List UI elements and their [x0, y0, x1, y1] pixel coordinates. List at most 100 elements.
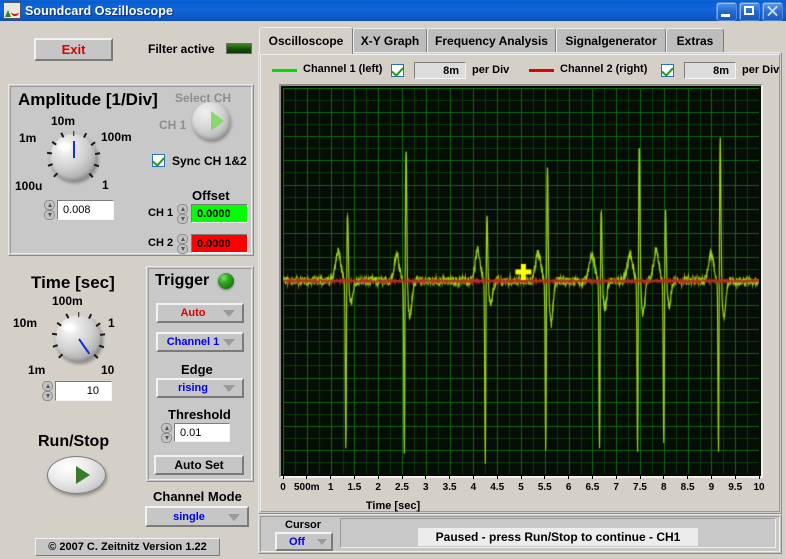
x-tick	[353, 474, 355, 479]
oscilloscope-display[interactable]	[283, 88, 759, 474]
application-window: Soundcard Oszilloscope Exit Filter activ…	[0, 0, 786, 559]
channel-mode-dropdown[interactable]: single	[145, 506, 249, 527]
copyright-text: © 2007 C. Zeitnitz Version 1.22	[48, 541, 207, 553]
offset-ch2-value: 0.0000	[197, 237, 231, 250]
x-tick	[496, 474, 498, 479]
offset-ch2-spinner[interactable]	[177, 234, 188, 254]
amplitude-knob-label-1m: 1m	[19, 131, 37, 145]
maximize-button[interactable]	[739, 2, 760, 21]
amplitude-spinner[interactable]	[44, 200, 55, 220]
auto-set-label: Auto Set	[174, 458, 224, 472]
channel-2-checkbox[interactable]	[661, 64, 674, 77]
exit-label: Exit	[61, 42, 86, 57]
time-knob-label-1: 1	[108, 316, 115, 330]
channel-2-scale-value: 8m	[713, 64, 729, 77]
x-tick	[710, 474, 712, 479]
x-tick	[687, 474, 689, 479]
select-ch-knob-pointer	[211, 111, 224, 131]
tab-frequency-analysis[interactable]: Frequency Analysis	[427, 28, 556, 53]
channel-2-scale-field[interactable]: 8m	[684, 62, 736, 79]
trigger-source-dropdown[interactable]: Channel 1	[156, 332, 244, 352]
amplitude-value-field[interactable]: 0.008	[57, 200, 114, 220]
exit-button[interactable]: Exit	[34, 38, 113, 61]
x-tick	[330, 474, 332, 479]
time-title: Time [sec]	[31, 273, 115, 292]
minimize-button[interactable]	[716, 2, 737, 21]
tab-xy-graph[interactable]: X-Y Graph	[353, 28, 427, 53]
channel-2-color-swatch	[529, 69, 554, 72]
offset-ch1-spinner[interactable]	[177, 204, 188, 224]
play-icon	[76, 466, 90, 484]
cursor-dropdown[interactable]: Off	[275, 532, 333, 551]
tab-extras[interactable]: Extras	[666, 28, 724, 53]
time-value: 10	[86, 385, 99, 397]
trigger-edge-value: rising	[178, 382, 208, 394]
trigger-source-value: Channel 1	[166, 336, 220, 348]
copyright-bar: © 2007 C. Zeitnitz Version 1.22	[35, 538, 220, 556]
knob-tick	[72, 130, 75, 136]
time-value-field[interactable]: 10	[55, 381, 112, 401]
status-text: Paused - press Run/Stop to continue - CH…	[435, 530, 681, 544]
knob-tick	[93, 353, 99, 359]
filter-active-led	[226, 43, 252, 54]
trigger-title: Trigger	[155, 272, 210, 289]
run-stop-label: Run/Stop	[38, 433, 110, 450]
x-tick	[449, 474, 451, 479]
x-tick	[377, 474, 379, 479]
channel-1-label: Channel 1 (left)	[303, 63, 383, 75]
trigger-threshold-field[interactable]: 0.01	[174, 423, 230, 442]
trigger-led	[218, 273, 234, 289]
select-ch-knob[interactable]	[192, 102, 230, 140]
channel-1-unit: per Div	[472, 64, 510, 76]
x-tick	[306, 474, 308, 479]
sync-channels-label: Sync CH 1&2	[172, 154, 247, 168]
trigger-mode-dropdown[interactable]: Auto	[156, 303, 244, 323]
x-tick	[401, 474, 403, 479]
close-button[interactable]	[762, 2, 783, 21]
run-stop-button[interactable]	[47, 456, 106, 494]
cursor-label: Cursor	[285, 519, 322, 531]
x-tick	[615, 474, 617, 479]
status-message: Paused - press Run/Stop to continue - CH…	[418, 528, 698, 546]
time-knob-label-10: 10	[101, 363, 115, 377]
offset-ch2-field[interactable]: 0.0000	[191, 234, 248, 253]
window-controls	[716, 2, 783, 21]
amplitude-knob-pointer	[72, 140, 75, 158]
x-tick	[591, 474, 593, 479]
offset-ch1-field[interactable]: 0.0000	[191, 204, 248, 223]
x-tick	[520, 474, 522, 479]
x-tick	[282, 474, 284, 479]
offset-ch1-label: CH 1	[148, 207, 174, 219]
amplitude-value: 0.008	[63, 204, 91, 216]
x-tick	[758, 474, 760, 479]
tab-oscilloscope[interactable]: Oscilloscope	[259, 27, 353, 54]
window-title: Soundcard Oszilloscope	[25, 3, 174, 18]
channel-2-unit: per Div	[742, 64, 780, 76]
trigger-threshold-spinner[interactable]	[161, 423, 172, 443]
sync-channels-checkbox[interactable]	[152, 154, 165, 167]
tab-label: X-Y Graph	[360, 34, 420, 48]
title-bar: Soundcard Oszilloscope	[0, 0, 786, 21]
amplitude-title: Amplitude [1/Div]	[18, 90, 158, 109]
tab-signalgenerator[interactable]: Signalgenerator	[556, 28, 666, 53]
x-tick	[472, 474, 474, 479]
time-spinner[interactable]	[42, 381, 53, 401]
channel-2-label: Channel 2 (right)	[560, 63, 648, 75]
trigger-edge-label: Edge	[181, 362, 213, 377]
cursor-value: Off	[289, 535, 305, 548]
channel-1-scale-field[interactable]: 8m	[414, 62, 466, 79]
auto-set-button[interactable]: Auto Set	[154, 455, 244, 475]
time-knob-label-1m: 1m	[28, 363, 46, 377]
tab-label: Extras	[676, 34, 714, 48]
x-tick	[639, 474, 641, 479]
offset-ch2-label: CH 2	[148, 237, 174, 249]
amplitude-knob-label-1: 1	[102, 178, 109, 192]
channel-1-checkbox[interactable]	[391, 64, 404, 77]
app-icon	[3, 2, 21, 19]
x-tick	[425, 474, 427, 479]
amplitude-knob-label-100m: 100m	[101, 130, 132, 144]
x-axis-title: Time [sec]	[365, 500, 421, 512]
offset-ch1-value: 0.0000	[197, 207, 231, 220]
trigger-edge-dropdown[interactable]: rising	[156, 378, 244, 398]
x-tick	[568, 474, 570, 479]
